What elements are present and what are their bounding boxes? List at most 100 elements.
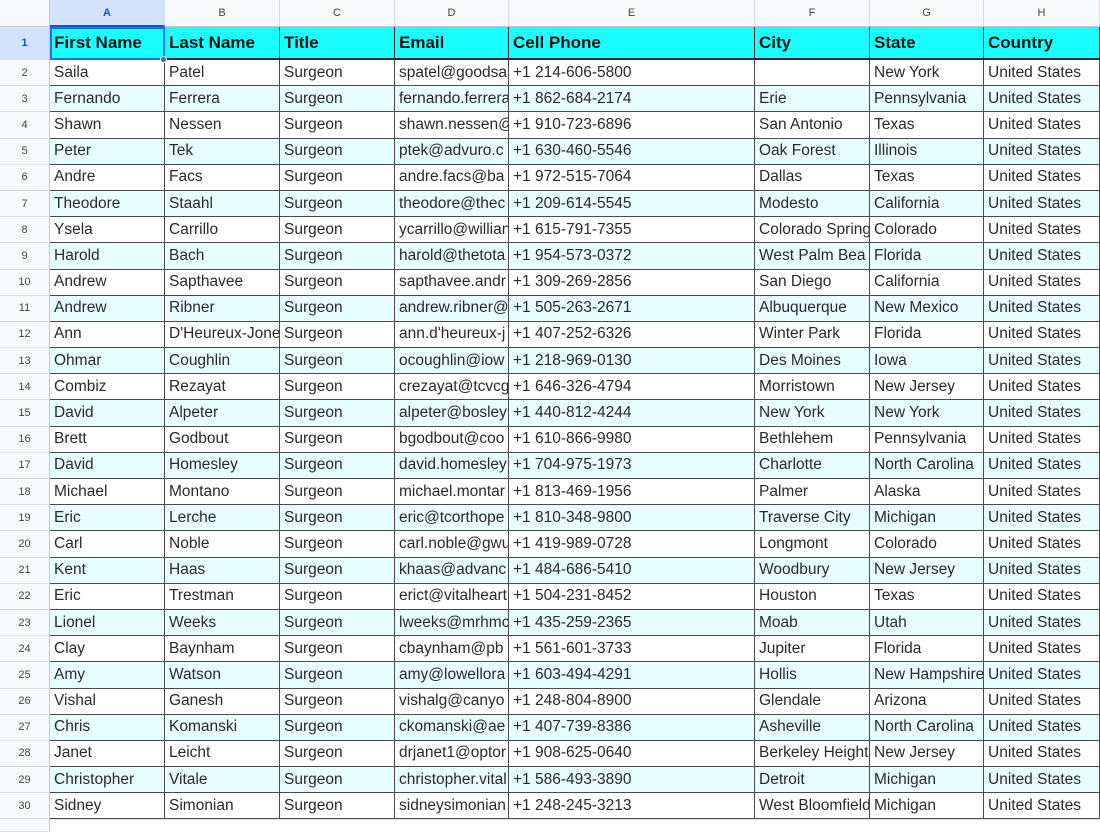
row-header[interactable]: 9 [0, 243, 50, 270]
cell-city[interactable]: New York [755, 400, 870, 427]
cell-country[interactable]: United States [984, 60, 1100, 87]
cell-email[interactable]: sidneysimonian [395, 793, 509, 820]
cell-title[interactable]: Surgeon [280, 531, 395, 558]
cell-state[interactable]: New York [870, 400, 984, 427]
row-header-1[interactable]: 1 [0, 27, 50, 60]
cell-last-name[interactable]: Ribner [165, 295, 280, 322]
cell-last-name[interactable]: Homesley [165, 452, 280, 479]
cell-country[interactable]: United States [984, 426, 1100, 453]
row-header[interactable]: 5 [0, 138, 50, 165]
cell-first-name[interactable]: Shawn [50, 112, 165, 139]
cell-city[interactable]: Oak Forest [755, 138, 870, 165]
cell-email[interactable]: crezayat@tcvcg [395, 374, 509, 401]
cell-state[interactable]: New Jersey [870, 374, 984, 401]
cell-last-name[interactable]: Tek [165, 138, 280, 165]
cell-country[interactable]: United States [984, 374, 1100, 401]
cell-title[interactable]: Surgeon [280, 583, 395, 610]
row-header[interactable]: 6 [0, 164, 50, 191]
cell-title[interactable]: Surgeon [280, 269, 395, 296]
cell-last-name[interactable]: Weeks [165, 609, 280, 637]
cell-email[interactable]: ycarrillo@willian [395, 217, 509, 244]
cell-cell-phone[interactable]: +1 209-614-5545 [509, 190, 755, 218]
cell-title[interactable]: Surgeon [280, 767, 395, 794]
cell-first-name[interactable]: Vishal [50, 688, 165, 715]
cell-state[interactable]: Colorado [870, 217, 984, 244]
cell-state[interactable]: Colorado [870, 531, 984, 558]
cell-cell-phone[interactable]: +1 586-493-3890 [509, 767, 755, 794]
cell-email[interactable]: david.homesley [395, 452, 509, 479]
column-header-f[interactable]: F [755, 0, 870, 27]
cell-country[interactable]: United States [984, 505, 1100, 532]
cell-title[interactable]: Surgeon [280, 636, 395, 663]
cell-title[interactable]: Surgeon [280, 505, 395, 532]
cell-last-name[interactable]: Nessen [165, 112, 280, 139]
cell-title[interactable]: Surgeon [280, 688, 395, 715]
cell-state[interactable]: New Jersey [870, 557, 984, 584]
cell-city[interactable]: Asheville [755, 714, 870, 741]
cell-cell-phone[interactable]: +1 407-252-6326 [509, 321, 755, 349]
cell-country[interactable]: United States [984, 662, 1100, 689]
cell-title[interactable]: Surgeon [280, 374, 395, 401]
cell-country[interactable]: United States [984, 557, 1100, 584]
cell-email[interactable]: erict@vitalheart [395, 583, 509, 610]
cell-state[interactable]: Pennsylvania [870, 426, 984, 453]
header-cell-last-name[interactable]: Last Name [165, 27, 280, 60]
cell-title[interactable]: Surgeon [280, 243, 395, 270]
cell-state[interactable]: Texas [870, 583, 984, 610]
cell-email[interactable]: amy@lowellora [395, 662, 509, 689]
fill-handle[interactable] [160, 56, 167, 63]
cell-first-name[interactable]: Christopher [50, 767, 165, 794]
cell-city[interactable]: Traverse City [755, 505, 870, 532]
cell-city[interactable]: Moab [755, 609, 870, 637]
cell-title[interactable]: Surgeon [280, 164, 395, 191]
column-header-e[interactable]: E [509, 0, 755, 27]
cell-city[interactable]: Dallas [755, 164, 870, 191]
cell-country[interactable]: United States [984, 740, 1100, 768]
cell-title[interactable]: Surgeon [280, 190, 395, 218]
row-header[interactable]: 23 [0, 609, 50, 637]
cell-email[interactable]: michael.montar [395, 479, 509, 506]
cell-city[interactable]: Jupiter [755, 636, 870, 663]
cell-first-name[interactable]: David [50, 400, 165, 427]
cell-state[interactable]: Iowa [870, 348, 984, 375]
cell-first-name[interactable]: Sidney [50, 793, 165, 820]
cell-last-name[interactable]: Bach [165, 243, 280, 270]
cell-email[interactable]: ckomanski@ae [395, 714, 509, 741]
cell-state[interactable]: Florida [870, 321, 984, 349]
cell-first-name[interactable]: Harold [50, 243, 165, 270]
cell-state[interactable]: Arizona [870, 688, 984, 715]
cell-city[interactable]: Erie [755, 86, 870, 113]
cell-cell-phone[interactable]: +1 248-804-8900 [509, 688, 755, 715]
cell-city[interactable]: West Bloomfield [755, 793, 870, 820]
cell-cell-phone[interactable]: +1 435-259-2365 [509, 609, 755, 637]
cell-country[interactable]: United States [984, 243, 1100, 270]
row-header[interactable]: 19 [0, 505, 50, 532]
cell-email[interactable]: carl.noble@gwu [395, 531, 509, 558]
cell-cell-phone[interactable]: +1 504-231-8452 [509, 583, 755, 610]
cell-last-name[interactable]: Sapthavee [165, 269, 280, 296]
row-header[interactable]: 7 [0, 190, 50, 218]
cell-cell-phone[interactable]: +1 972-515-7064 [509, 164, 755, 191]
cell-cell-phone[interactable]: +1 813-469-1956 [509, 479, 755, 506]
cell-country[interactable]: United States [984, 321, 1100, 349]
cell-last-name[interactable]: Rezayat [165, 374, 280, 401]
cell-first-name[interactable]: Fernando [50, 86, 165, 113]
cell-title[interactable]: Surgeon [280, 452, 395, 479]
cell-city[interactable]: San Diego [755, 269, 870, 296]
header-cell-email[interactable]: Email [395, 27, 509, 60]
cell-state[interactable]: Florida [870, 243, 984, 270]
cell-state[interactable]: California [870, 269, 984, 296]
header-cell-first-name[interactable]: First Name [50, 27, 165, 60]
cell-country[interactable]: United States [984, 295, 1100, 322]
cell-country[interactable]: United States [984, 688, 1100, 715]
cell-country[interactable]: United States [984, 583, 1100, 610]
cell-city[interactable]: Palmer [755, 479, 870, 506]
cell-cell-phone[interactable]: +1 214-606-5800 [509, 60, 755, 87]
cell-country[interactable]: United States [984, 269, 1100, 296]
cell-last-name[interactable]: Ferrera [165, 86, 280, 113]
cell-state[interactable]: Michigan [870, 505, 984, 532]
cell-email[interactable]: sapthavee.andr [395, 269, 509, 296]
row-header[interactable]: 10 [0, 269, 50, 296]
cell-state[interactable]: North Carolina [870, 714, 984, 741]
cell-cell-phone[interactable]: +1 218-969-0130 [509, 348, 755, 375]
